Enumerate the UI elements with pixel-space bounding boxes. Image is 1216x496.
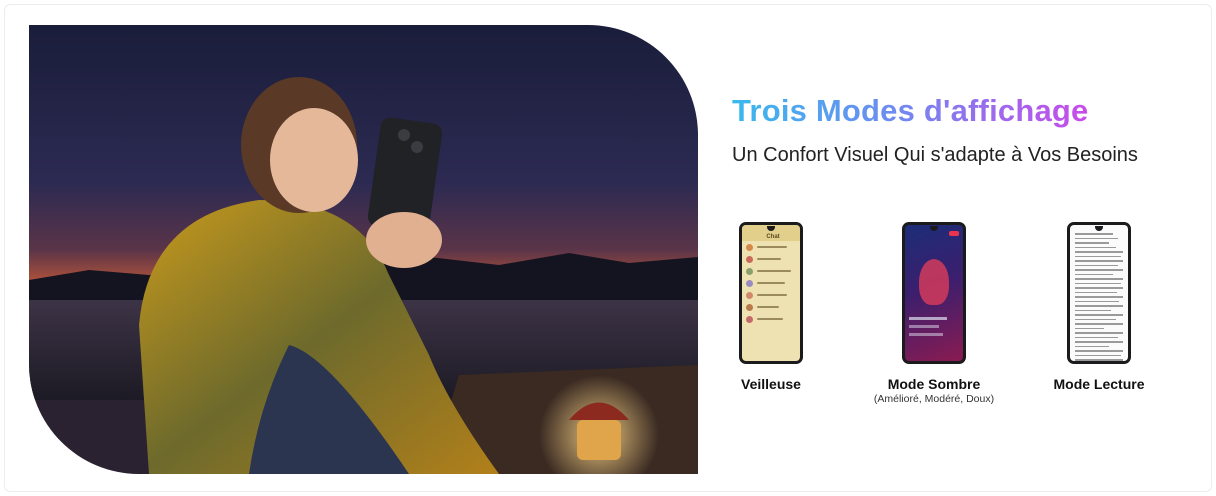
phone-mockup-veilleuse: Chat <box>739 222 803 364</box>
section-title: Trois Modes d'affichage <box>732 93 1089 128</box>
section-subtitle: Un Confort Visuel Qui s'adapte à Vos Bes… <box>732 144 1138 166</box>
mode-sombre: Mode Sombre (Amélioré, Modéré, Doux) <box>861 222 1007 405</box>
hero-photo <box>29 25 698 474</box>
mode-label-veilleuse: Veilleuse <box>741 376 801 392</box>
reading-mode-screen <box>1070 225 1128 361</box>
hero-illustration <box>29 25 698 474</box>
phone-mockup-lecture <box>1067 222 1131 364</box>
night-light-screen: Chat <box>742 225 800 361</box>
mode-note-sombre: (Amélioré, Modéré, Doux) <box>873 393 995 405</box>
mode-label-lecture: Mode Lecture <box>1053 376 1145 392</box>
person-face <box>270 108 358 212</box>
mode-veilleuse: Chat Veilleuse <box>711 222 831 392</box>
dark-mode-screen <box>905 225 963 361</box>
mode-label-sombre: Mode Sombre <box>887 376 981 392</box>
phone-mockup-sombre <box>902 222 966 364</box>
screen-header: Chat <box>766 234 780 240</box>
person-hand <box>366 212 442 268</box>
mode-lecture: Mode Lecture <box>1039 222 1159 392</box>
